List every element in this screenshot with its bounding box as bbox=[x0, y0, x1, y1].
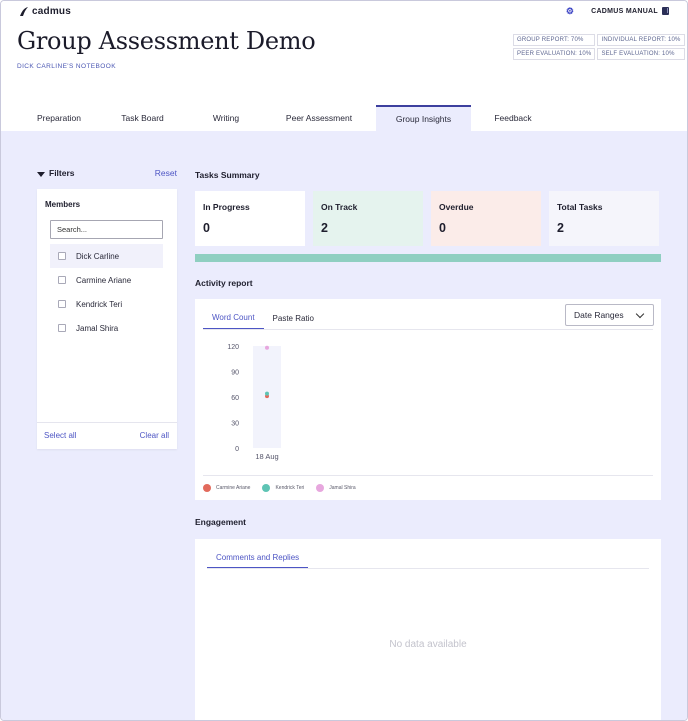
data-point-jamal-shira bbox=[265, 345, 269, 350]
legend-divider bbox=[203, 475, 653, 476]
member-item[interactable]: Jamal Shira bbox=[50, 316, 163, 340]
tab-writing[interactable]: Writing bbox=[190, 105, 262, 131]
member-list: Dick Carline Carmine Ariane Kendrick Ter… bbox=[50, 244, 163, 340]
member-checkbox[interactable] bbox=[58, 300, 66, 308]
legend-item[interactable]: Carmine Ariane bbox=[203, 484, 250, 492]
legend-label: Carmine Ariane bbox=[216, 485, 251, 491]
weight-badge: GROUP REPORT: 70% bbox=[513, 34, 596, 46]
legend-item[interactable]: Kendrick Teri bbox=[262, 484, 304, 492]
y-tick-label: 30 bbox=[231, 421, 239, 428]
chevron-down-icon bbox=[635, 309, 645, 318]
summary-card-overdue: Overdue 0 bbox=[431, 191, 541, 246]
weight-badge: SELF EVALUATION: 10% bbox=[597, 48, 685, 60]
activity-tabs: Word Count Paste Ratio bbox=[203, 307, 323, 329]
legend-swatch bbox=[316, 484, 325, 492]
activity-report-title: Activity report bbox=[195, 278, 253, 288]
word-count-chart: 0 30 60 90 120 18 Aug bbox=[227, 344, 281, 461]
card-value: 0 bbox=[203, 221, 210, 235]
gear-icon[interactable]: ⚙ bbox=[565, 6, 575, 16]
legend-swatch bbox=[203, 484, 211, 492]
member-name: Carmine Ariane bbox=[76, 275, 132, 285]
group-insights-panel: Filters Reset Members Dick Carline Carmi… bbox=[1, 131, 687, 720]
brand-name: cadmus bbox=[32, 6, 71, 17]
tab-comments-replies[interactable]: Comments and Replies bbox=[207, 547, 309, 568]
legend-label: Kendrick Teri bbox=[275, 485, 305, 491]
card-value: 2 bbox=[321, 221, 328, 235]
grade-weights: GROUP REPORT: 70% INDIVIDUAL REPORT: 10%… bbox=[513, 34, 685, 60]
member-name: Dick Carline bbox=[76, 251, 120, 261]
tasks-summary: In Progress 0 On Track 2 Overdue 0 Total… bbox=[195, 191, 661, 246]
date-range-select[interactable]: Date Ranges bbox=[565, 304, 654, 326]
x-tick-label: 18 Aug bbox=[255, 452, 278, 461]
weight-badge: INDIVIDUAL REPORT: 10% bbox=[597, 34, 685, 46]
engagement-card: Comments and Replies No data available bbox=[195, 539, 661, 720]
tab-task-board[interactable]: Task Board bbox=[95, 105, 190, 131]
card-label: On Track bbox=[321, 202, 358, 212]
book-icon bbox=[662, 7, 669, 15]
tab-group-insights[interactable]: Group Insights bbox=[376, 105, 471, 131]
card-value: 0 bbox=[439, 221, 446, 235]
card-label: Total Tasks bbox=[557, 202, 603, 212]
legend-item[interactable]: Jamal Shira bbox=[316, 484, 356, 492]
summary-card-total-tasks: Total Tasks 2 bbox=[549, 191, 659, 246]
member-search-input[interactable] bbox=[50, 220, 163, 239]
legend-swatch bbox=[262, 484, 271, 492]
member-checkbox[interactable] bbox=[58, 324, 66, 332]
members-title: Members bbox=[45, 200, 81, 209]
filter-icon bbox=[37, 171, 45, 177]
member-checkbox[interactable] bbox=[58, 252, 66, 260]
filters-title: Filters bbox=[49, 168, 75, 178]
members-footer: Select all Clear all bbox=[37, 422, 177, 440]
page-header: cadmus ⚙ CADMUS MANUAL Group Assessment … bbox=[1, 1, 687, 131]
filters-header: Filters Reset bbox=[37, 168, 177, 178]
empty-state-text: No data available bbox=[389, 639, 467, 650]
engagement-title: Engagement bbox=[195, 517, 247, 527]
card-value: 2 bbox=[557, 221, 564, 235]
chart-legend: Carmine Ariane Kendrick Teri Jamal Shira bbox=[203, 484, 356, 492]
legend-label: Jamal Shira bbox=[329, 485, 356, 491]
weight-badge: PEER EVALUATION: 10% bbox=[513, 48, 596, 60]
tab-divider bbox=[207, 568, 649, 569]
summary-card-in-progress: In Progress 0 bbox=[195, 191, 305, 246]
member-item[interactable]: Dick Carline bbox=[50, 244, 163, 268]
tasks-summary-title: Tasks Summary bbox=[195, 170, 260, 180]
activity-report-card: Word Count Paste Ratio Date Ranges 0 30 60… bbox=[195, 299, 661, 500]
tab-feedback[interactable]: Feedback bbox=[471, 105, 555, 131]
y-tick-label: 90 bbox=[231, 370, 239, 377]
brand-logo[interactable]: cadmus bbox=[19, 6, 71, 17]
data-point-kendrick-teri bbox=[265, 391, 269, 396]
top-right-actions: ⚙ CADMUS MANUAL bbox=[565, 5, 675, 17]
members-filter-card: Members Dick Carline Carmine Ariane Kend… bbox=[37, 189, 177, 449]
filters-title-group: Filters bbox=[37, 168, 75, 178]
tab-paste-ratio[interactable]: Paste Ratio bbox=[264, 307, 323, 329]
main-tabs: Preparation Task Board Writing Peer Asse… bbox=[23, 105, 555, 131]
member-name: Kendrick Teri bbox=[76, 299, 123, 309]
member-item[interactable]: Kendrick Teri bbox=[50, 292, 163, 316]
y-tick-label: 60 bbox=[231, 395, 239, 402]
clear-all-link[interactable]: Clear all bbox=[140, 431, 169, 440]
date-range-label: Date Ranges bbox=[574, 310, 624, 320]
summary-card-on-track: On Track 2 bbox=[313, 191, 423, 246]
manual-button[interactable]: CADMUS MANUAL bbox=[585, 5, 675, 17]
y-tick-label: 120 bbox=[227, 344, 239, 351]
manual-label: CADMUS MANUAL bbox=[591, 7, 658, 15]
member-item[interactable]: Carmine Ariane bbox=[50, 268, 163, 292]
reset-link[interactable]: Reset bbox=[155, 168, 177, 178]
card-label: In Progress bbox=[203, 202, 250, 212]
member-name: Jamal Shira bbox=[76, 323, 119, 333]
tab-preparation[interactable]: Preparation bbox=[23, 105, 95, 131]
tasks-progress-bar bbox=[195, 254, 661, 262]
y-tick-label: 0 bbox=[235, 446, 239, 453]
tab-peer-assessment[interactable]: Peer Assessment bbox=[262, 105, 376, 131]
member-checkbox[interactable] bbox=[58, 276, 66, 284]
select-all-link[interactable]: Select all bbox=[44, 431, 76, 440]
tab-divider bbox=[203, 329, 653, 330]
notebook-link[interactable]: DICK CARLINE'S NOTEBOOK bbox=[17, 63, 116, 70]
page-title: Group Assessment Demo bbox=[17, 27, 316, 55]
progress-fill bbox=[195, 254, 661, 262]
app-window: cadmus ⚙ CADMUS MANUAL Group Assessment … bbox=[0, 0, 688, 721]
card-label: Overdue bbox=[439, 202, 474, 212]
tab-word-count[interactable]: Word Count bbox=[203, 307, 264, 329]
cadmus-logo-icon bbox=[20, 7, 28, 16]
